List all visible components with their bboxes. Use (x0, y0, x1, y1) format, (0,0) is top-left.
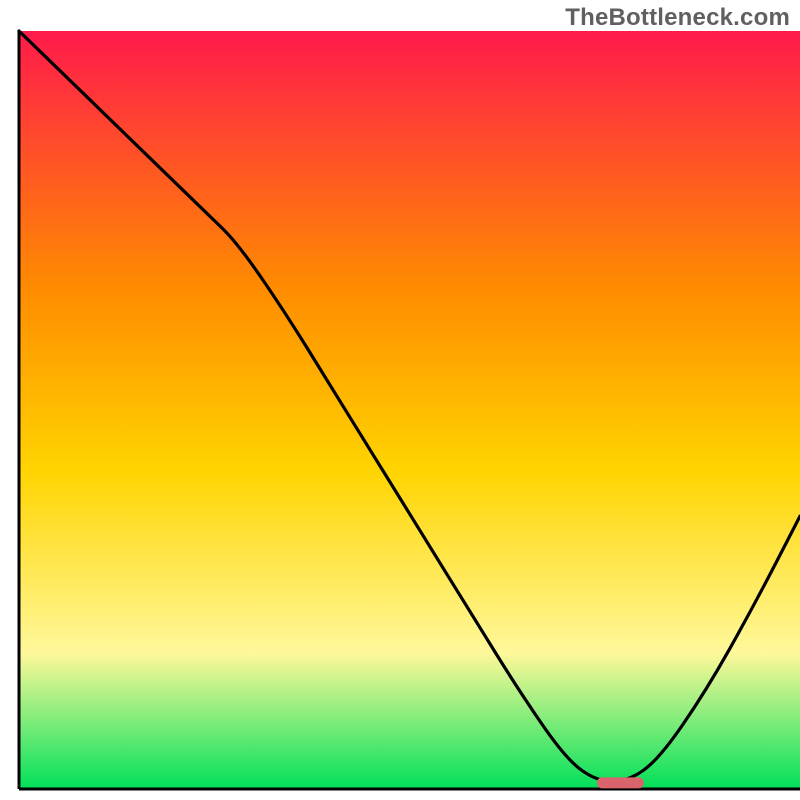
bottleneck-curve-plot (0, 0, 800, 800)
chart-frame: TheBottleneck.com (0, 0, 800, 800)
valley-marker (597, 777, 644, 788)
